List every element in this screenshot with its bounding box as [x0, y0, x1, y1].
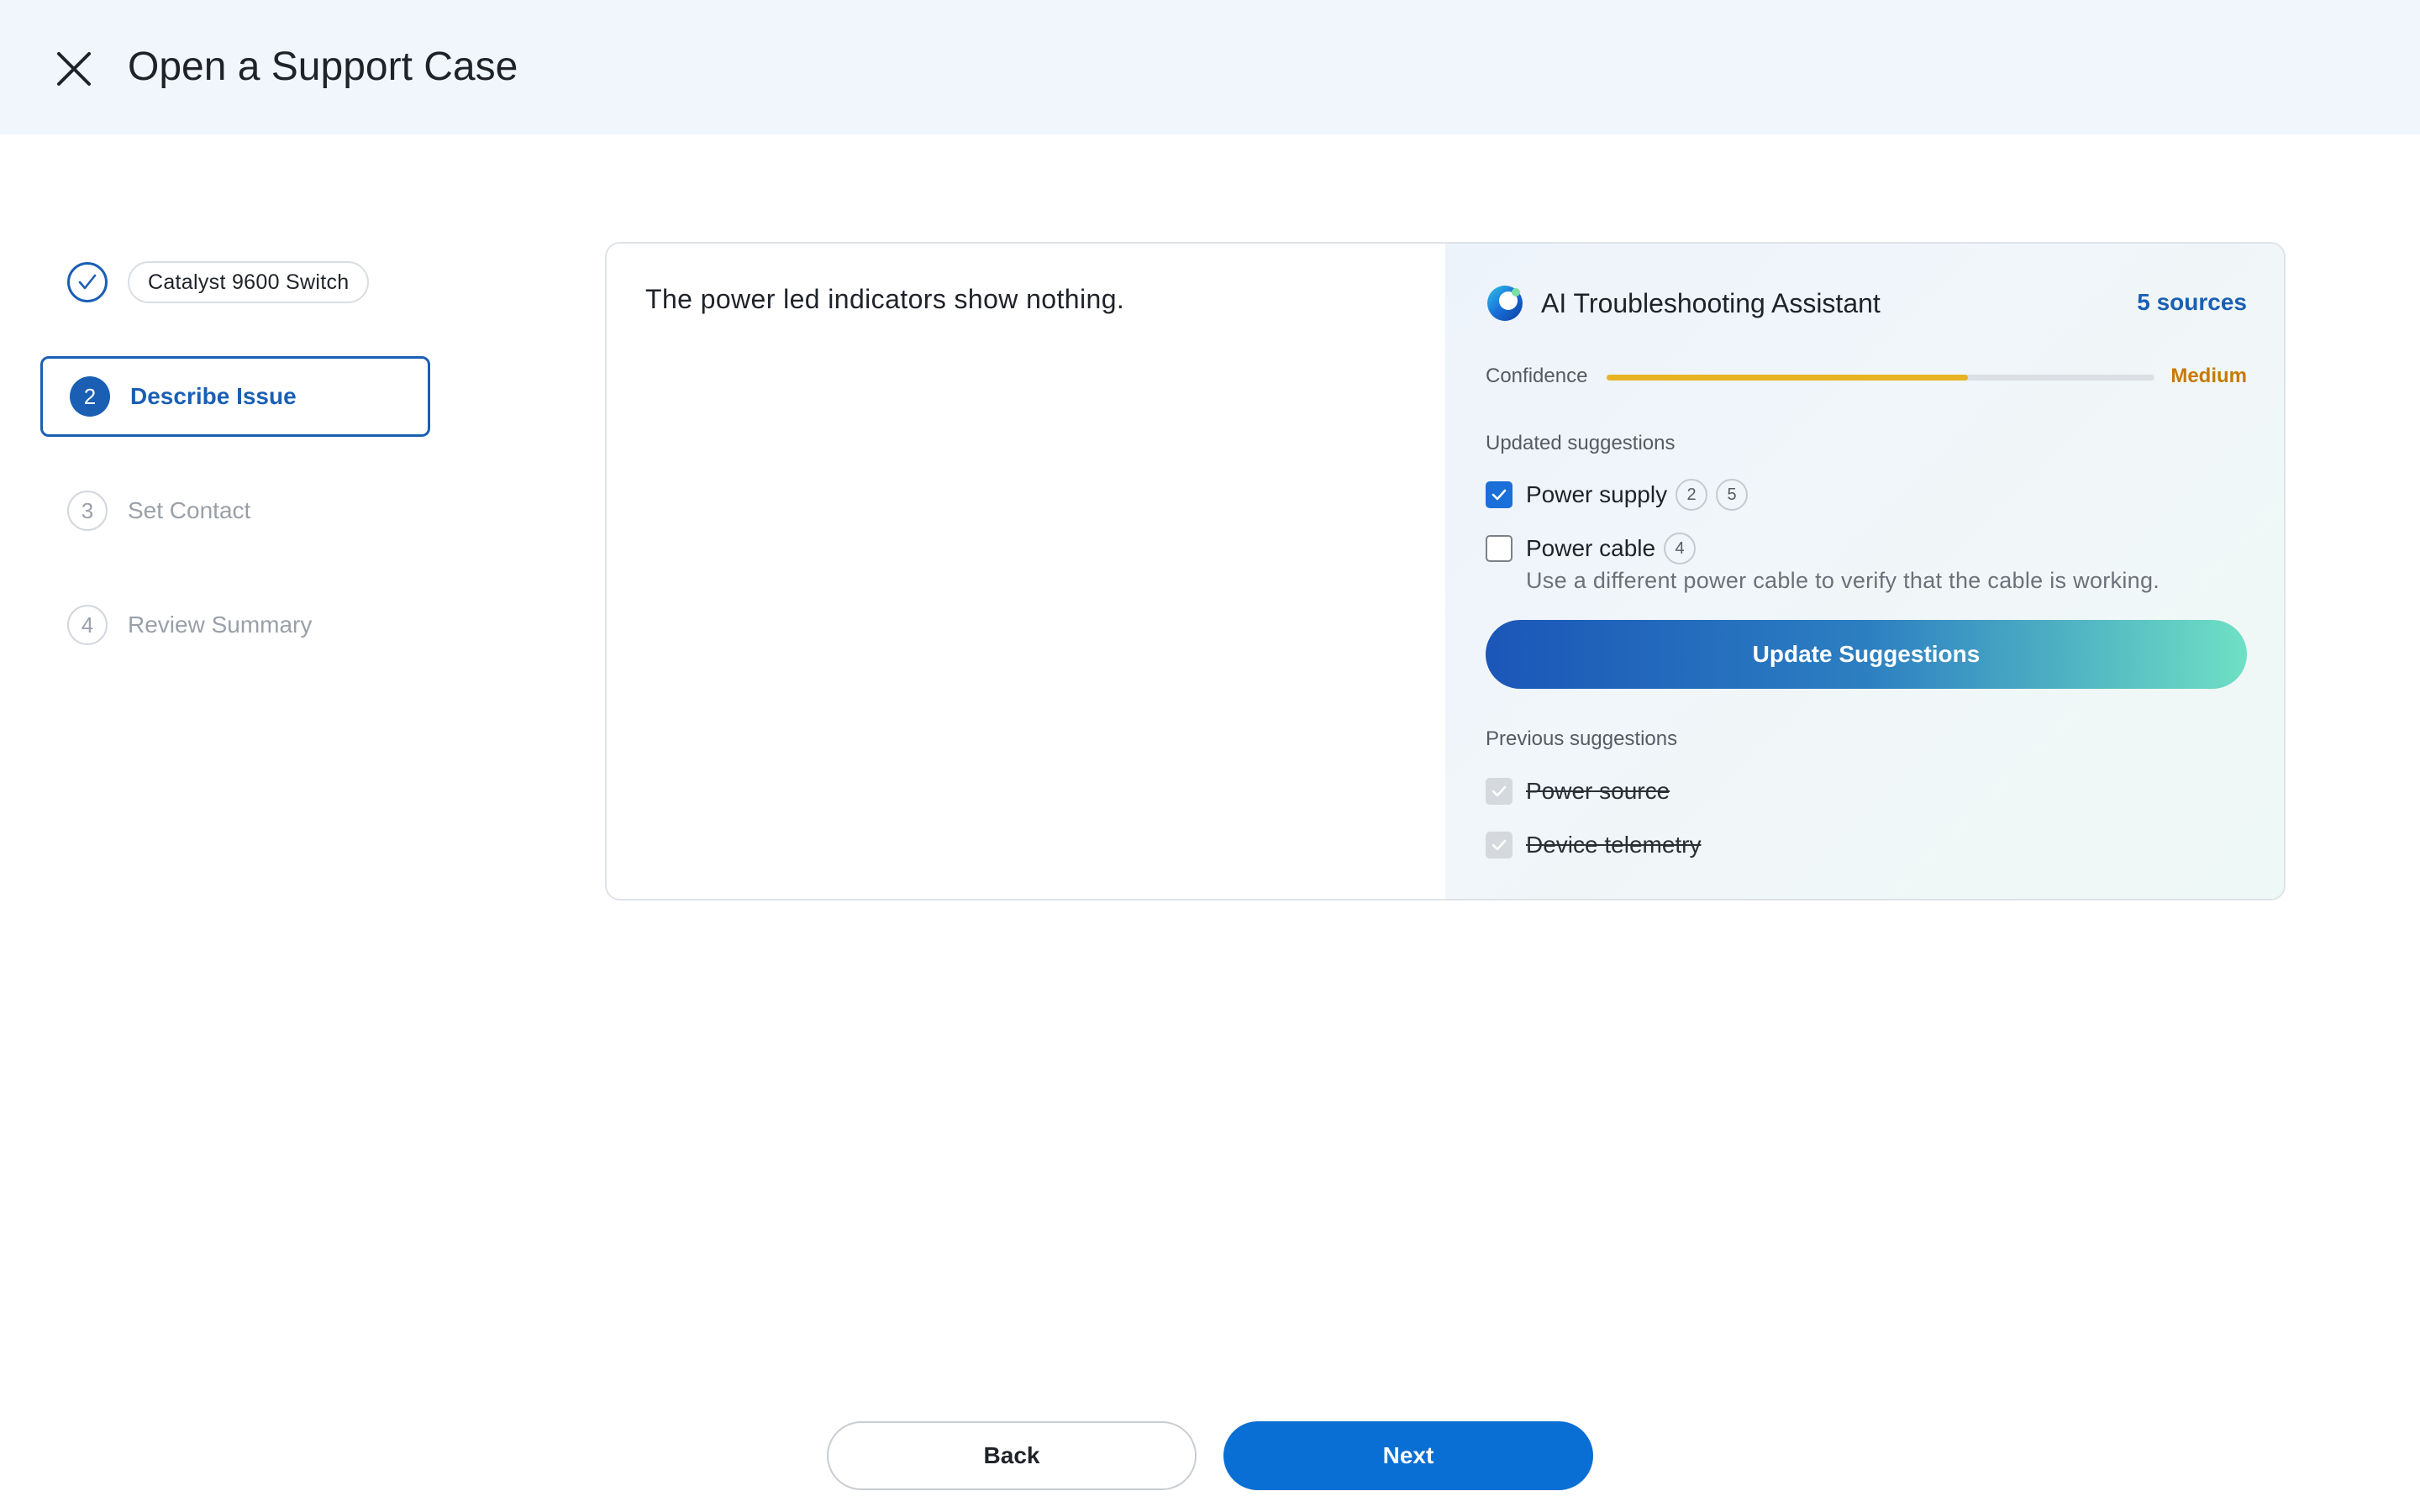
- previous-suggestion-device-telemetry: Device telemetry: [1486, 832, 1702, 858]
- suggestion-power-supply: Power supply 2 5: [1486, 479, 1749, 511]
- step-review-summary[interactable]: 4 Review Summary: [40, 585, 430, 665]
- ai-assistant-title: AI Troubleshooting Assistant: [1541, 287, 1881, 318]
- product-chip: Catalyst 9600 Switch: [128, 261, 370, 303]
- confidence-bar: [1607, 375, 2154, 381]
- check-icon: [78, 274, 97, 290]
- ai-assistant-header: AI Troubleshooting Assistant: [1486, 284, 1881, 323]
- step-label: Review Summary: [128, 612, 313, 638]
- previous-suggestions-heading: Previous suggestions: [1486, 727, 1678, 750]
- step-number: 2: [70, 376, 110, 417]
- issue-description-text[interactable]: The power led indicators show nothing.: [645, 284, 1124, 315]
- check-icon: [1491, 785, 1507, 797]
- step-label: Describe Issue: [130, 383, 297, 409]
- step-complete-indicator: [67, 262, 108, 302]
- source-badge[interactable]: 4: [1664, 533, 1697, 564]
- suggestion-label: Power cable: [1526, 535, 1656, 561]
- suggestion-label: Power source: [1526, 778, 1670, 804]
- suggestion-power-cable: Power cable 4: [1486, 533, 1697, 564]
- next-button[interactable]: Next: [1223, 1421, 1593, 1490]
- sources-link[interactable]: 5 sources: [2137, 289, 2247, 316]
- suggestion-checkbox[interactable]: [1486, 481, 1512, 508]
- check-icon: [1491, 839, 1507, 851]
- ai-assistant-logo-icon: [1487, 286, 1523, 321]
- close-button[interactable]: [49, 44, 99, 94]
- updated-suggestions-heading: Updated suggestions: [1486, 432, 1676, 454]
- step-product[interactable]: Catalyst 9600 Switch: [40, 240, 430, 324]
- ai-assistant-panel: AI Troubleshooting Assistant 5 sources C…: [1445, 244, 2284, 899]
- confidence-value: Medium: [2170, 365, 2247, 387]
- suggestion-hint: Use a different power cable to verify th…: [1526, 568, 2160, 593]
- suggestion-checkbox[interactable]: [1486, 535, 1512, 562]
- suggestion-label: Power supply: [1526, 481, 1668, 507]
- page-title: Open a Support Case: [128, 45, 518, 89]
- source-badge[interactable]: 2: [1676, 479, 1708, 511]
- step-set-contact[interactable]: 3 Set Contact: [40, 470, 430, 551]
- close-icon: [57, 52, 91, 86]
- suggestion-checkbox-disabled: [1486, 832, 1512, 858]
- confidence-row: Confidence Medium: [1486, 365, 2247, 390]
- step-label: Set Contact: [128, 497, 251, 523]
- suggestion-checkbox-disabled: [1486, 778, 1512, 805]
- previous-suggestion-power-source: Power source: [1486, 778, 1670, 805]
- confidence-bar-fill: [1607, 375, 1969, 381]
- step-describe-issue[interactable]: 2 Describe Issue: [40, 356, 430, 437]
- check-icon: [1491, 489, 1507, 501]
- step-number: 3: [67, 491, 108, 531]
- suggestion-label: Device telemetry: [1526, 832, 1702, 858]
- confidence-label: Confidence: [1486, 365, 1588, 387]
- issue-card: The power led indicators show nothing. A…: [605, 242, 2286, 900]
- step-number: 4: [67, 605, 108, 645]
- page-header: Open a Support Case: [0, 0, 2420, 134]
- source-badge[interactable]: 5: [1716, 479, 1749, 511]
- back-button[interactable]: Back: [827, 1421, 1197, 1490]
- update-suggestions-button[interactable]: Update Suggestions: [1486, 620, 2247, 689]
